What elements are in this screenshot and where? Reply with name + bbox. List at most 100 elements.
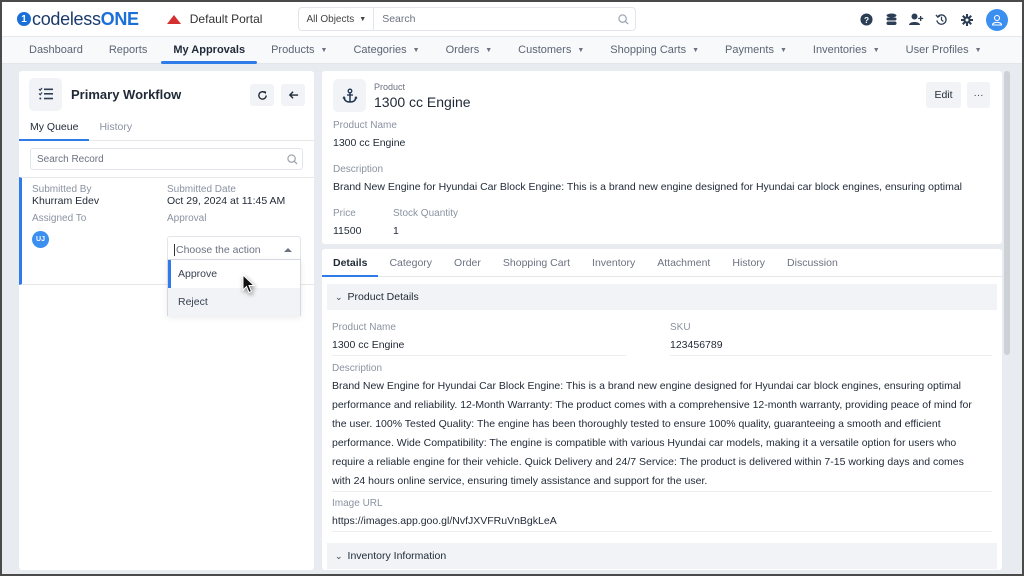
refresh-icon — [257, 90, 267, 100]
nav-item-products[interactable]: Products ▼ — [271, 37, 327, 63]
user-avatar-icon[interactable] — [986, 8, 1008, 31]
image-url-label: Image URL — [332, 498, 383, 509]
submitted-date-label: Submitted Date — [167, 184, 236, 195]
stock-quantity-value: 1 — [393, 225, 399, 237]
search-record-field — [30, 148, 303, 170]
nav-label: Categories — [353, 44, 407, 56]
tab-details[interactable]: Details — [322, 249, 380, 277]
price-label: Price — [333, 208, 356, 219]
section-product-details[interactable]: ⌄ Product Details — [327, 284, 997, 310]
nav-item-dashboard[interactable]: Dashboard — [29, 37, 83, 63]
sku-label: SKU — [670, 322, 691, 333]
nav-item-categories[interactable]: Categories ▼ — [353, 37, 419, 63]
product-name-label: Product Name — [333, 120, 397, 131]
submitted-date-value: Oct 29, 2024 at 11:45 AM — [167, 195, 286, 207]
workflow-title: Primary Workflow — [71, 86, 182, 102]
detail-tabs: Details Category Order Shopping Cart Inv… — [322, 249, 1002, 277]
global-search: All Objects ▼ — [298, 7, 637, 31]
search-icon[interactable] — [611, 13, 635, 25]
submitted-by-label: Submitted By — [32, 184, 92, 195]
brand-mark-icon: 1 — [17, 12, 31, 26]
tab-attachment[interactable]: Attachment — [657, 249, 710, 276]
record-title: 1300 cc Engine — [374, 94, 471, 110]
tab-discussion[interactable]: Discussion — [787, 249, 838, 276]
nav-item-my-approvals[interactable]: My Approvals — [161, 37, 257, 64]
nav-item-orders[interactable]: Orders ▼ — [446, 37, 493, 63]
chevron-down-icon: ⌄ — [335, 291, 343, 302]
option-reject[interactable]: Reject — [168, 288, 300, 316]
back-button[interactable] — [281, 84, 305, 106]
tab-my-queue[interactable]: My Queue — [18, 117, 91, 141]
product-summary-card: Product 1300 cc Engine Edit ··· Product … — [322, 71, 1002, 244]
chevron-down-icon: ▼ — [692, 46, 700, 54]
chevron-down-icon: ▼ — [779, 46, 787, 54]
search-icon[interactable] — [282, 153, 302, 165]
image-url-value[interactable]: https://images.app.goo.gl/NvfJXVFRuVnBgk… — [332, 515, 557, 527]
top-bar: 1 codelessONE Default Portal All Objects… — [2, 2, 1022, 37]
workflow-panel: Primary Workflow My Queue History Submit… — [18, 71, 314, 570]
more-options-button[interactable]: ··· — [967, 82, 990, 108]
workflow-header: Primary Workflow — [19, 71, 314, 117]
portal-name: Default Portal — [189, 12, 263, 26]
anchor-icon — [333, 79, 366, 112]
tab-order[interactable]: Order — [454, 249, 481, 276]
nav-label: Products — [271, 44, 315, 56]
tab-category[interactable]: Category — [389, 249, 432, 276]
detail-description-value: Brand New Engine for Hyundai Car Block E… — [332, 380, 972, 487]
search-scope-label: All Objects — [306, 13, 355, 25]
database-icon[interactable] — [884, 12, 899, 27]
detail-product-name-label: Product Name — [332, 322, 396, 333]
price-value: 11500 — [333, 225, 362, 237]
refresh-button[interactable] — [250, 84, 274, 106]
help-icon[interactable]: ? — [859, 12, 874, 27]
nav-item-user-profiles[interactable]: User Profiles ▼ — [906, 37, 982, 63]
nav-item-inventories[interactable]: Inventories ▼ — [813, 37, 880, 63]
chevron-down-icon: ▼ — [320, 46, 328, 54]
tab-inventory[interactable]: Inventory — [592, 249, 635, 276]
scrollbar-thumb[interactable] — [1004, 71, 1010, 355]
nav-item-reports[interactable]: Reports — [109, 37, 148, 63]
assignee-avatar[interactable]: UJ — [32, 231, 49, 248]
add-user-icon[interactable] — [909, 12, 924, 27]
search-input[interactable] — [374, 13, 612, 25]
section-title: Inventory Information — [347, 550, 447, 562]
section-inventory-information[interactable]: ⌄ Inventory Information — [327, 543, 997, 569]
search-scope-select[interactable]: All Objects ▼ — [299, 8, 375, 30]
nav-item-shopping-carts[interactable]: Shopping Carts ▼ — [610, 37, 699, 63]
nav-label: Orders — [445, 44, 480, 56]
product-details-panel: Details Category Order Shopping Cart Inv… — [322, 249, 1002, 570]
divider — [332, 355, 626, 356]
sku-value: 123456789 — [670, 339, 723, 351]
stock-quantity-label: Stock Quantity — [393, 208, 459, 219]
nav-label: Inventories — [812, 44, 867, 56]
nav-label: User Profiles — [905, 44, 969, 56]
divider — [332, 531, 992, 532]
nav-item-customers[interactable]: Customers ▼ — [518, 37, 584, 63]
svg-text:?: ? — [864, 15, 869, 25]
history-icon[interactable] — [934, 12, 949, 27]
tab-history[interactable]: History — [99, 117, 132, 140]
divider — [670, 355, 992, 356]
chevron-down-icon: ▼ — [872, 46, 880, 54]
nav-label: Customers — [518, 44, 572, 56]
nav-item-payments[interactable]: Payments ▼ — [725, 37, 787, 63]
search-record-input[interactable] — [31, 153, 282, 165]
chevron-down-icon: ▼ — [485, 46, 493, 54]
portal-switcher[interactable]: Default Portal — [166, 12, 263, 26]
tab-history[interactable]: History — [732, 249, 765, 276]
chevron-down-icon: ▼ — [359, 15, 367, 23]
tab-shopping-cart[interactable]: Shopping Cart — [503, 249, 570, 276]
edit-button[interactable]: Edit — [926, 82, 961, 108]
approval-label: Approval — [167, 213, 207, 224]
brand-logo[interactable]: 1 codelessONE — [17, 9, 139, 30]
detail-description-label: Description — [332, 363, 383, 374]
chevron-down-icon: ⌄ — [335, 550, 343, 561]
chevron-up-icon — [284, 248, 292, 252]
gear-icon[interactable] — [959, 12, 974, 27]
option-approve[interactable]: Approve — [168, 260, 300, 288]
mouse-cursor-icon — [242, 274, 256, 294]
chevron-down-icon: ▼ — [577, 46, 585, 54]
workflow-tabs: My Queue History — [18, 117, 314, 141]
checklist-icon — [29, 77, 62, 111]
brand-prefix: codeless — [32, 8, 101, 29]
